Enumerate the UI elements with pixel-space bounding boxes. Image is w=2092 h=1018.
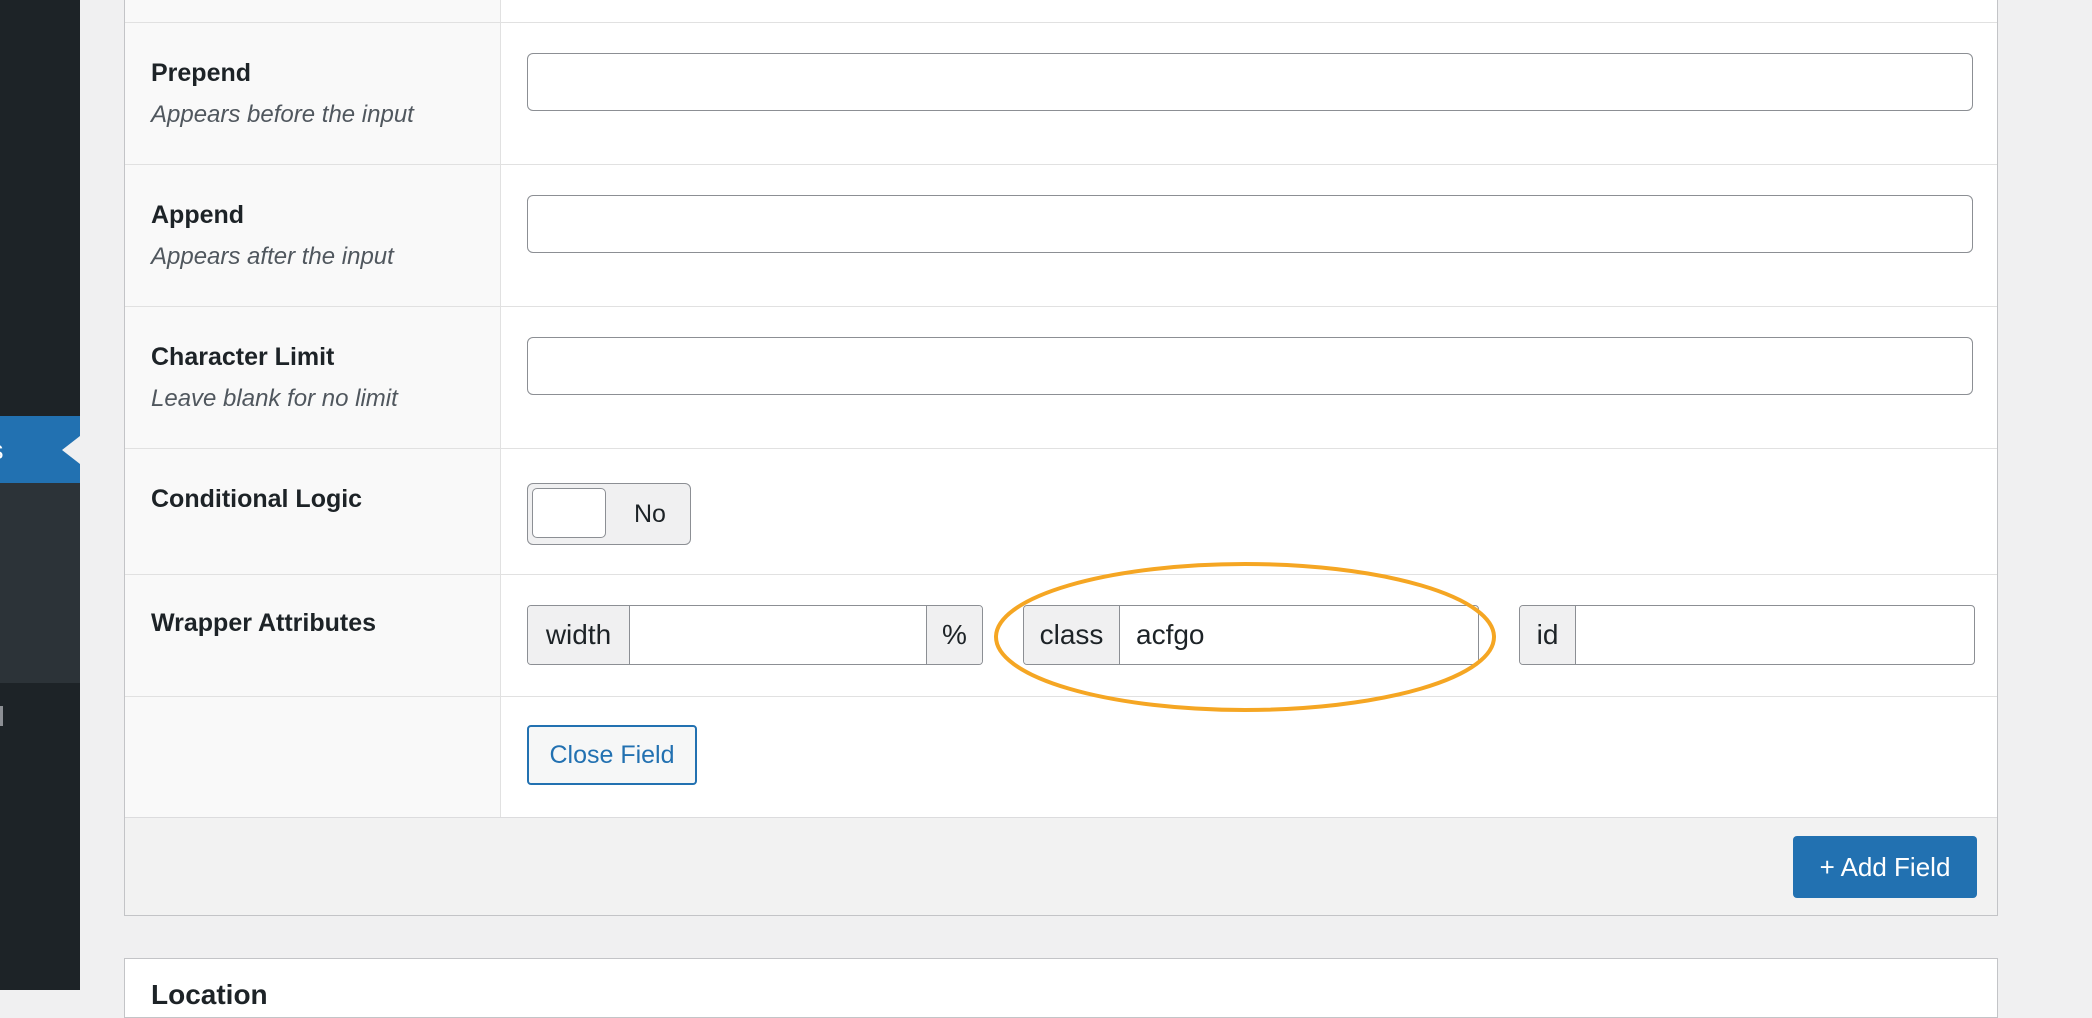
- append-input[interactable]: [527, 195, 1973, 253]
- row-label-column: Wrapper Attributes: [125, 575, 501, 696]
- row-label-column: Character Limit Leave blank for no limit: [125, 307, 501, 448]
- wrapper-width-input[interactable]: [630, 606, 926, 664]
- conditional-logic-label: Conditional Logic: [151, 485, 363, 513]
- sidebar-submenu: [0, 483, 80, 683]
- admin-sidebar: s: [0, 0, 80, 990]
- sidebar-item-current-label: s: [0, 430, 14, 470]
- toggle-knob: [532, 488, 606, 538]
- character-limit-input[interactable]: [527, 337, 1973, 395]
- toggle-state-label: No: [634, 500, 666, 528]
- row-label-column: [125, 697, 501, 817]
- row-label-column: [125, 0, 501, 22]
- append-label: Append: [151, 201, 245, 229]
- wrapper-class-group: class acfgo: [1023, 605, 1479, 665]
- sidebar-current-arrow: [62, 436, 80, 464]
- wrapper-width-group: width %: [527, 605, 983, 665]
- width-prefix: width: [528, 606, 630, 664]
- append-description: Appears after the input: [151, 243, 394, 270]
- prepend-label: Prepend: [151, 59, 252, 87]
- row-label-column: Prepend Appears before the input: [125, 23, 501, 164]
- settings-row-append: Append Appears after the input: [125, 165, 1997, 307]
- wrapper-class-input[interactable]: acfgo: [1120, 606, 1478, 664]
- settings-row-character-limit: Character Limit Leave blank for no limit: [125, 307, 1997, 449]
- settings-row-close: Close Field: [125, 697, 1997, 817]
- location-panel-title: Location: [151, 979, 268, 1010]
- fields-footer: + Add Field: [125, 817, 1997, 915]
- settings-row-wrapper-attributes: Wrapper Attributes width % class acfgo i…: [125, 575, 1997, 697]
- wrapper-id-group: id: [1519, 605, 1975, 665]
- prepend-description: Appears before the input: [151, 101, 414, 128]
- field-settings-panel: Prepend Appears before the input Append …: [124, 0, 1998, 916]
- settings-row-prepend: Prepend Appears before the input: [125, 23, 1997, 165]
- close-field-button[interactable]: Close Field: [527, 725, 697, 785]
- settings-row-conditional-logic: Conditional Logic No: [125, 449, 1997, 575]
- id-prefix: id: [1520, 606, 1576, 664]
- location-panel: Location: [124, 958, 1998, 1018]
- character-limit-description: Leave blank for no limit: [151, 385, 398, 412]
- row-label-column: Conditional Logic: [125, 449, 501, 574]
- row-label-column: Append Appears after the input: [125, 165, 501, 306]
- prepend-input[interactable]: [527, 53, 1973, 111]
- class-prefix: class: [1024, 606, 1120, 664]
- wrapper-id-input[interactable]: [1576, 606, 1974, 664]
- conditional-logic-toggle[interactable]: No: [527, 483, 691, 545]
- sidebar-item-fragment: [0, 706, 3, 726]
- settings-row-previous: [125, 0, 1997, 23]
- wrapper-attributes-label: Wrapper Attributes: [151, 609, 377, 637]
- character-limit-label: Character Limit: [151, 343, 335, 371]
- width-suffix: %: [926, 606, 982, 664]
- add-field-button[interactable]: + Add Field: [1793, 836, 1977, 898]
